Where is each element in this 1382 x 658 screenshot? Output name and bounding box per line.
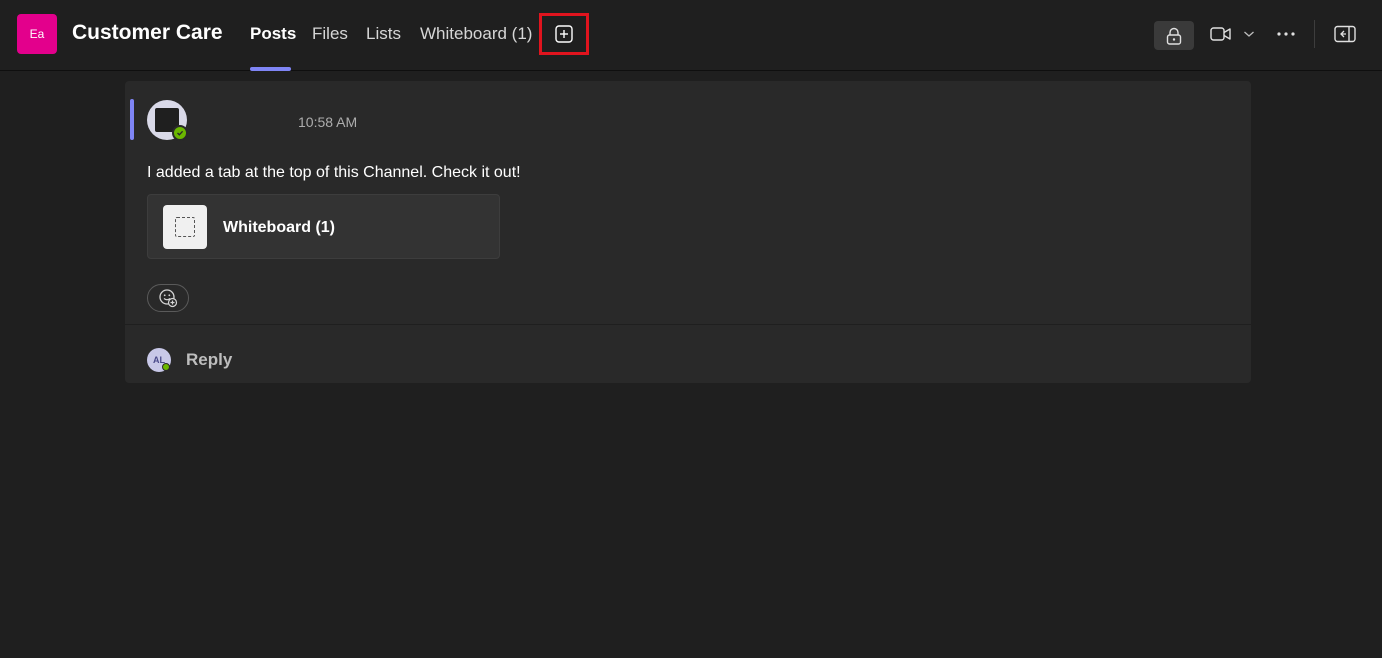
post-message: I added a tab at the top of this Channel… bbox=[147, 164, 521, 181]
add-reaction-button[interactable] bbox=[147, 284, 189, 312]
plus-square-icon bbox=[555, 25, 573, 43]
whiteboard-tab-card[interactable]: Whiteboard (1) bbox=[147, 194, 500, 259]
reply-avatar: AL bbox=[147, 348, 171, 372]
team-avatar[interactable]: Ea bbox=[17, 14, 57, 54]
meet-options-button[interactable] bbox=[1240, 24, 1258, 44]
presence-available-icon bbox=[172, 125, 188, 141]
more-horizontal-icon bbox=[1277, 32, 1295, 36]
channel-title[interactable]: Customer Care bbox=[72, 21, 223, 45]
team-initials: Ea bbox=[29, 27, 45, 41]
lock-icon bbox=[1166, 27, 1182, 45]
meet-now-button[interactable] bbox=[1208, 22, 1234, 46]
post-timestamp: 10:58 AM bbox=[298, 114, 358, 130]
whiteboard-icon bbox=[163, 205, 207, 249]
add-reaction-icon bbox=[159, 289, 178, 308]
more-options-button[interactable] bbox=[1272, 22, 1300, 46]
chevron-down-icon bbox=[1244, 31, 1254, 37]
tab-files[interactable]: Files bbox=[312, 24, 348, 44]
open-panel-icon bbox=[1334, 25, 1356, 43]
tab-lists[interactable]: Lists bbox=[366, 24, 401, 44]
tab-card-title: Whiteboard (1) bbox=[223, 219, 335, 236]
post-card: 10:58 AM I added a tab at the top of thi… bbox=[125, 81, 1251, 383]
active-tab-indicator bbox=[250, 67, 291, 71]
presence-available-icon bbox=[162, 363, 170, 371]
author-avatar[interactable] bbox=[147, 100, 188, 141]
header-divider bbox=[1314, 20, 1315, 48]
channel-lock-button[interactable] bbox=[1154, 21, 1194, 50]
reply-divider bbox=[125, 324, 1251, 325]
tab-posts[interactable]: Posts bbox=[250, 24, 296, 44]
new-message-indicator bbox=[130, 99, 134, 140]
tab-whiteboard[interactable]: Whiteboard (1) bbox=[420, 24, 532, 44]
open-panel-button[interactable] bbox=[1330, 20, 1360, 48]
reply-button[interactable]: Reply bbox=[186, 350, 232, 370]
channel-header: Ea Customer Care Posts Files Lists White… bbox=[0, 0, 1382, 71]
add-tab-button[interactable] bbox=[539, 13, 589, 55]
video-camera-icon bbox=[1210, 27, 1231, 41]
